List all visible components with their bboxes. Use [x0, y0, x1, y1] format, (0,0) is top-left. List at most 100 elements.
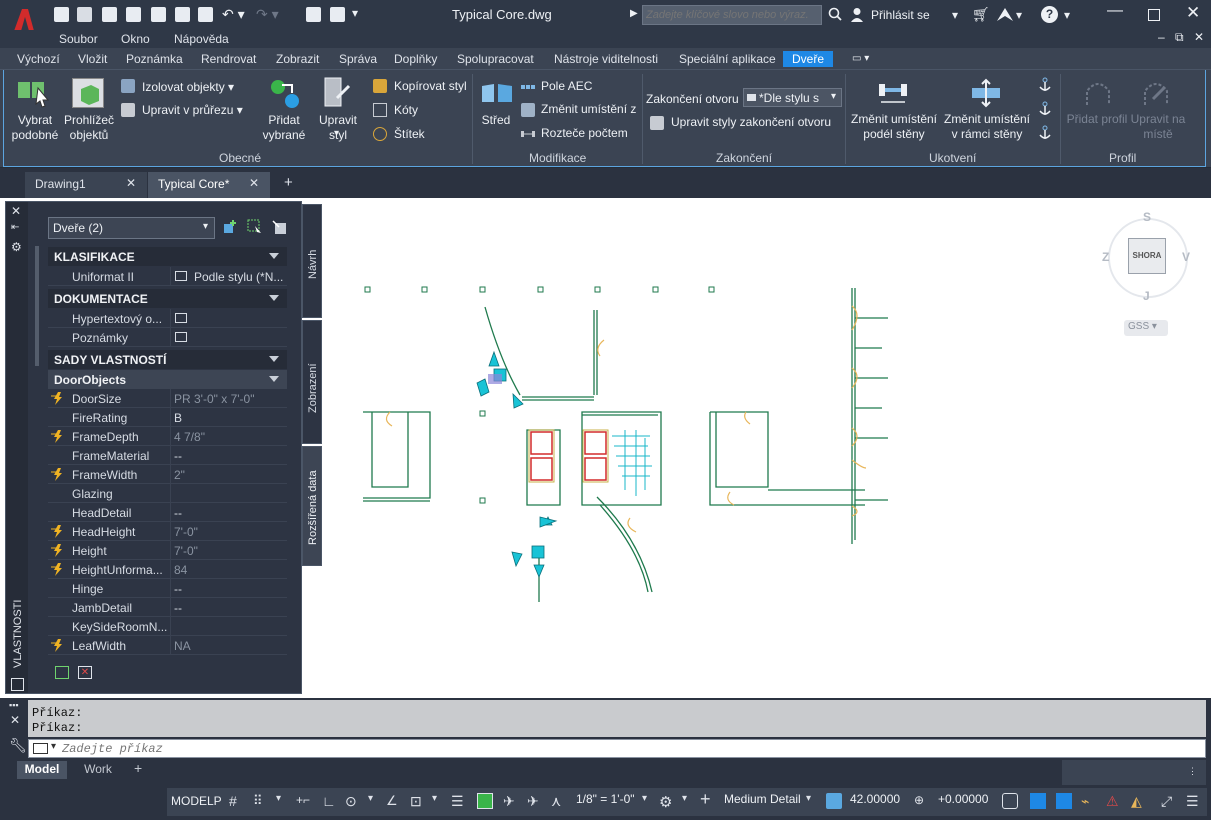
menu-napoveda[interactable]: Nápověda [174, 32, 229, 46]
object-snap-icon[interactable]: ⊡ [410, 793, 426, 809]
new-layout-button[interactable]: + [134, 760, 142, 776]
center-button[interactable]: Střed [478, 113, 514, 128]
cmdline-customize-icon[interactable]: 🔧︎ [9, 737, 27, 754]
fullscreen-icon[interactable]: ⤢ [1161, 793, 1177, 809]
annotation-scale-value[interactable]: 1/8" = 1'-0" [576, 792, 635, 806]
redo-icon[interactable]: ↷ ▾ [256, 6, 279, 23]
wcs-menu[interactable]: GSS ▾ [1124, 320, 1168, 336]
section-klasifikace[interactable]: KLASIFIKACE [48, 247, 287, 266]
isolate-status-icon[interactable] [1002, 793, 1018, 809]
edit-style-dropdown-icon[interactable]: ▾ [334, 128, 339, 139]
isolate-objects-button[interactable]: Izolovat objekty ▾ [142, 80, 234, 94]
tab-poznamka[interactable]: Poznámka [126, 52, 183, 66]
edit-end-styles-button[interactable]: Upravit styly zakončení otvoru [671, 115, 831, 129]
tab-nastroje-viditelnosti[interactable]: Nástroje viditelnosti [554, 52, 658, 66]
grid-icon[interactable]: # [229, 793, 245, 809]
polar-tracking-icon[interactable]: ⊙ [345, 793, 361, 809]
compass-east[interactable]: V [1182, 250, 1190, 264]
doc-restore-button[interactable]: ⧉ [1175, 30, 1184, 45]
ribbon-minimize-icon[interactable]: ▭ ▾ [852, 53, 869, 64]
a360-icon[interactable] [996, 7, 1014, 22]
edit-in-section-button[interactable]: Upravit v průřezu ▾ [142, 103, 243, 117]
share-icon[interactable] [306, 7, 321, 22]
command-prompt-icon[interactable] [33, 743, 48, 754]
prop-row-hyperlink[interactable]: Hypertextový o... [48, 309, 287, 328]
table-icon[interactable] [175, 332, 187, 342]
object-viewer-button[interactable]: Prohlížeč objektů [62, 113, 116, 143]
section-doorobjects[interactable]: DoorObjects [48, 370, 287, 389]
aec-array-icon[interactable] [521, 80, 535, 94]
tab-vychozi[interactable]: Výchozí [17, 52, 60, 66]
workspace-gear-icon[interactable]: ⚙ [659, 793, 675, 811]
quick-select-icon[interactable] [271, 219, 287, 235]
side-tab-zobrazeni[interactable]: Zobrazení [302, 320, 322, 444]
signin-dropdown-icon[interactable]: ▾ [952, 8, 958, 22]
a360-dropdown-icon[interactable]: ▾ [1016, 8, 1022, 22]
workspace-dropdown-icon[interactable]: ▾ [682, 793, 698, 809]
cmdline-close-icon[interactable]: ✕ [10, 713, 20, 727]
isolate-objects-icon[interactable] [121, 79, 135, 93]
prop-row[interactable]: Glazing [48, 484, 287, 503]
anchor-icon[interactable] [1038, 77, 1052, 91]
infer-constraints-icon[interactable]: +⌐ [296, 793, 312, 809]
tab-dvere[interactable]: Dveře [783, 51, 834, 67]
search-icon[interactable] [828, 7, 842, 21]
anchor-release-icon[interactable] [1038, 101, 1052, 115]
offset-icon[interactable]: ⊕ [914, 793, 930, 809]
cmdline-grip-icon[interactable]: ▪▪▪ [9, 700, 19, 710]
tab-doplnky[interactable]: Doplňky [394, 52, 437, 66]
prop-row[interactable]: FireRating B [48, 408, 287, 427]
web-save-icon[interactable] [175, 7, 190, 22]
palette-bottom-icon[interactable] [11, 678, 24, 691]
doc-close-button[interactable]: ✕ [1194, 30, 1204, 44]
ortho-icon[interactable]: ∟ [322, 793, 338, 809]
save-as-icon[interactable] [126, 7, 141, 22]
tab-zobrazit[interactable]: Zobrazit [276, 52, 319, 66]
side-tab-navrh[interactable]: Návrh [302, 204, 322, 318]
clean-screen-icon[interactable] [1056, 793, 1072, 809]
select-similar-icon[interactable] [18, 78, 52, 108]
edit-mode-icon[interactable]: ⌁ [1081, 793, 1097, 809]
print-icon[interactable] [198, 7, 213, 22]
web-open-icon[interactable] [151, 7, 166, 22]
tag-button[interactable]: Štítek [394, 127, 425, 141]
close-button[interactable]: ✕ [1186, 3, 1200, 23]
customize-icon[interactable] [330, 7, 345, 22]
add-profile-button[interactable]: Přidat profil [1064, 112, 1130, 127]
section-dokumentace[interactable]: DOKUMENTACE [48, 289, 287, 308]
doc-tab-drawing1[interactable]: Drawing1 ✕ [25, 172, 147, 198]
snap-icon[interactable]: ⠿ [253, 793, 269, 809]
object-viewer-icon[interactable] [72, 78, 104, 108]
copy-style-button[interactable]: Kopírovat styl [394, 79, 467, 93]
scale-dropdown-icon[interactable]: ▾ [642, 793, 658, 809]
minimize-button[interactable]: — [1107, 2, 1123, 20]
new-tab-button[interactable]: + [284, 174, 293, 191]
command-prompt-dropdown-icon[interactable]: ▾ [51, 741, 56, 752]
menu-okno[interactable]: Okno [121, 32, 150, 46]
user-icon[interactable] [850, 7, 864, 22]
add-selected-icon[interactable] [268, 77, 302, 109]
hardware-accel-icon[interactable] [1030, 793, 1046, 809]
aec-array-button[interactable]: Pole AEC [541, 79, 592, 93]
prop-row[interactable]: FrameMaterial -- [48, 446, 287, 465]
prop-row-uniformat[interactable]: Uniformat II Podle stylu (*N... [48, 267, 287, 286]
menu-soubor[interactable]: Soubor [59, 32, 98, 46]
prop-row[interactable]: DoorSize PR 3'-0" x 7'-0" [48, 389, 287, 408]
tray-menu-icon[interactable]: ⋮ [1188, 766, 1197, 777]
palette-settings-icon[interactable]: ⚙ [11, 240, 22, 254]
lineweight-icon[interactable]: ☰ [451, 793, 467, 809]
compass-north[interactable]: S [1143, 210, 1151, 224]
tab-rendrovat[interactable]: Rendrovat [201, 52, 256, 66]
edit-end-styles-icon[interactable] [650, 116, 664, 130]
reposition-along-wall-icon[interactable] [877, 80, 909, 106]
tab-vlozit[interactable]: Vložit [78, 52, 107, 66]
edit-in-place-button[interactable]: Upravit na místě [1130, 112, 1186, 142]
palette-scrollbar[interactable] [35, 246, 39, 366]
center-icon[interactable] [480, 82, 514, 104]
add-to-selection-icon[interactable] [223, 219, 239, 235]
palette-autohide-icon[interactable]: ⇤ [11, 222, 19, 233]
prop-row[interactable]: LeafWidth NA [48, 636, 287, 655]
doc-tab-typical-core[interactable]: Typical Core* ✕ [148, 172, 270, 198]
viewcube[interactable]: SHORA S J Z V GSS ▾ [1100, 210, 1194, 336]
customize-status-icon[interactable]: ☰ [1186, 793, 1202, 809]
